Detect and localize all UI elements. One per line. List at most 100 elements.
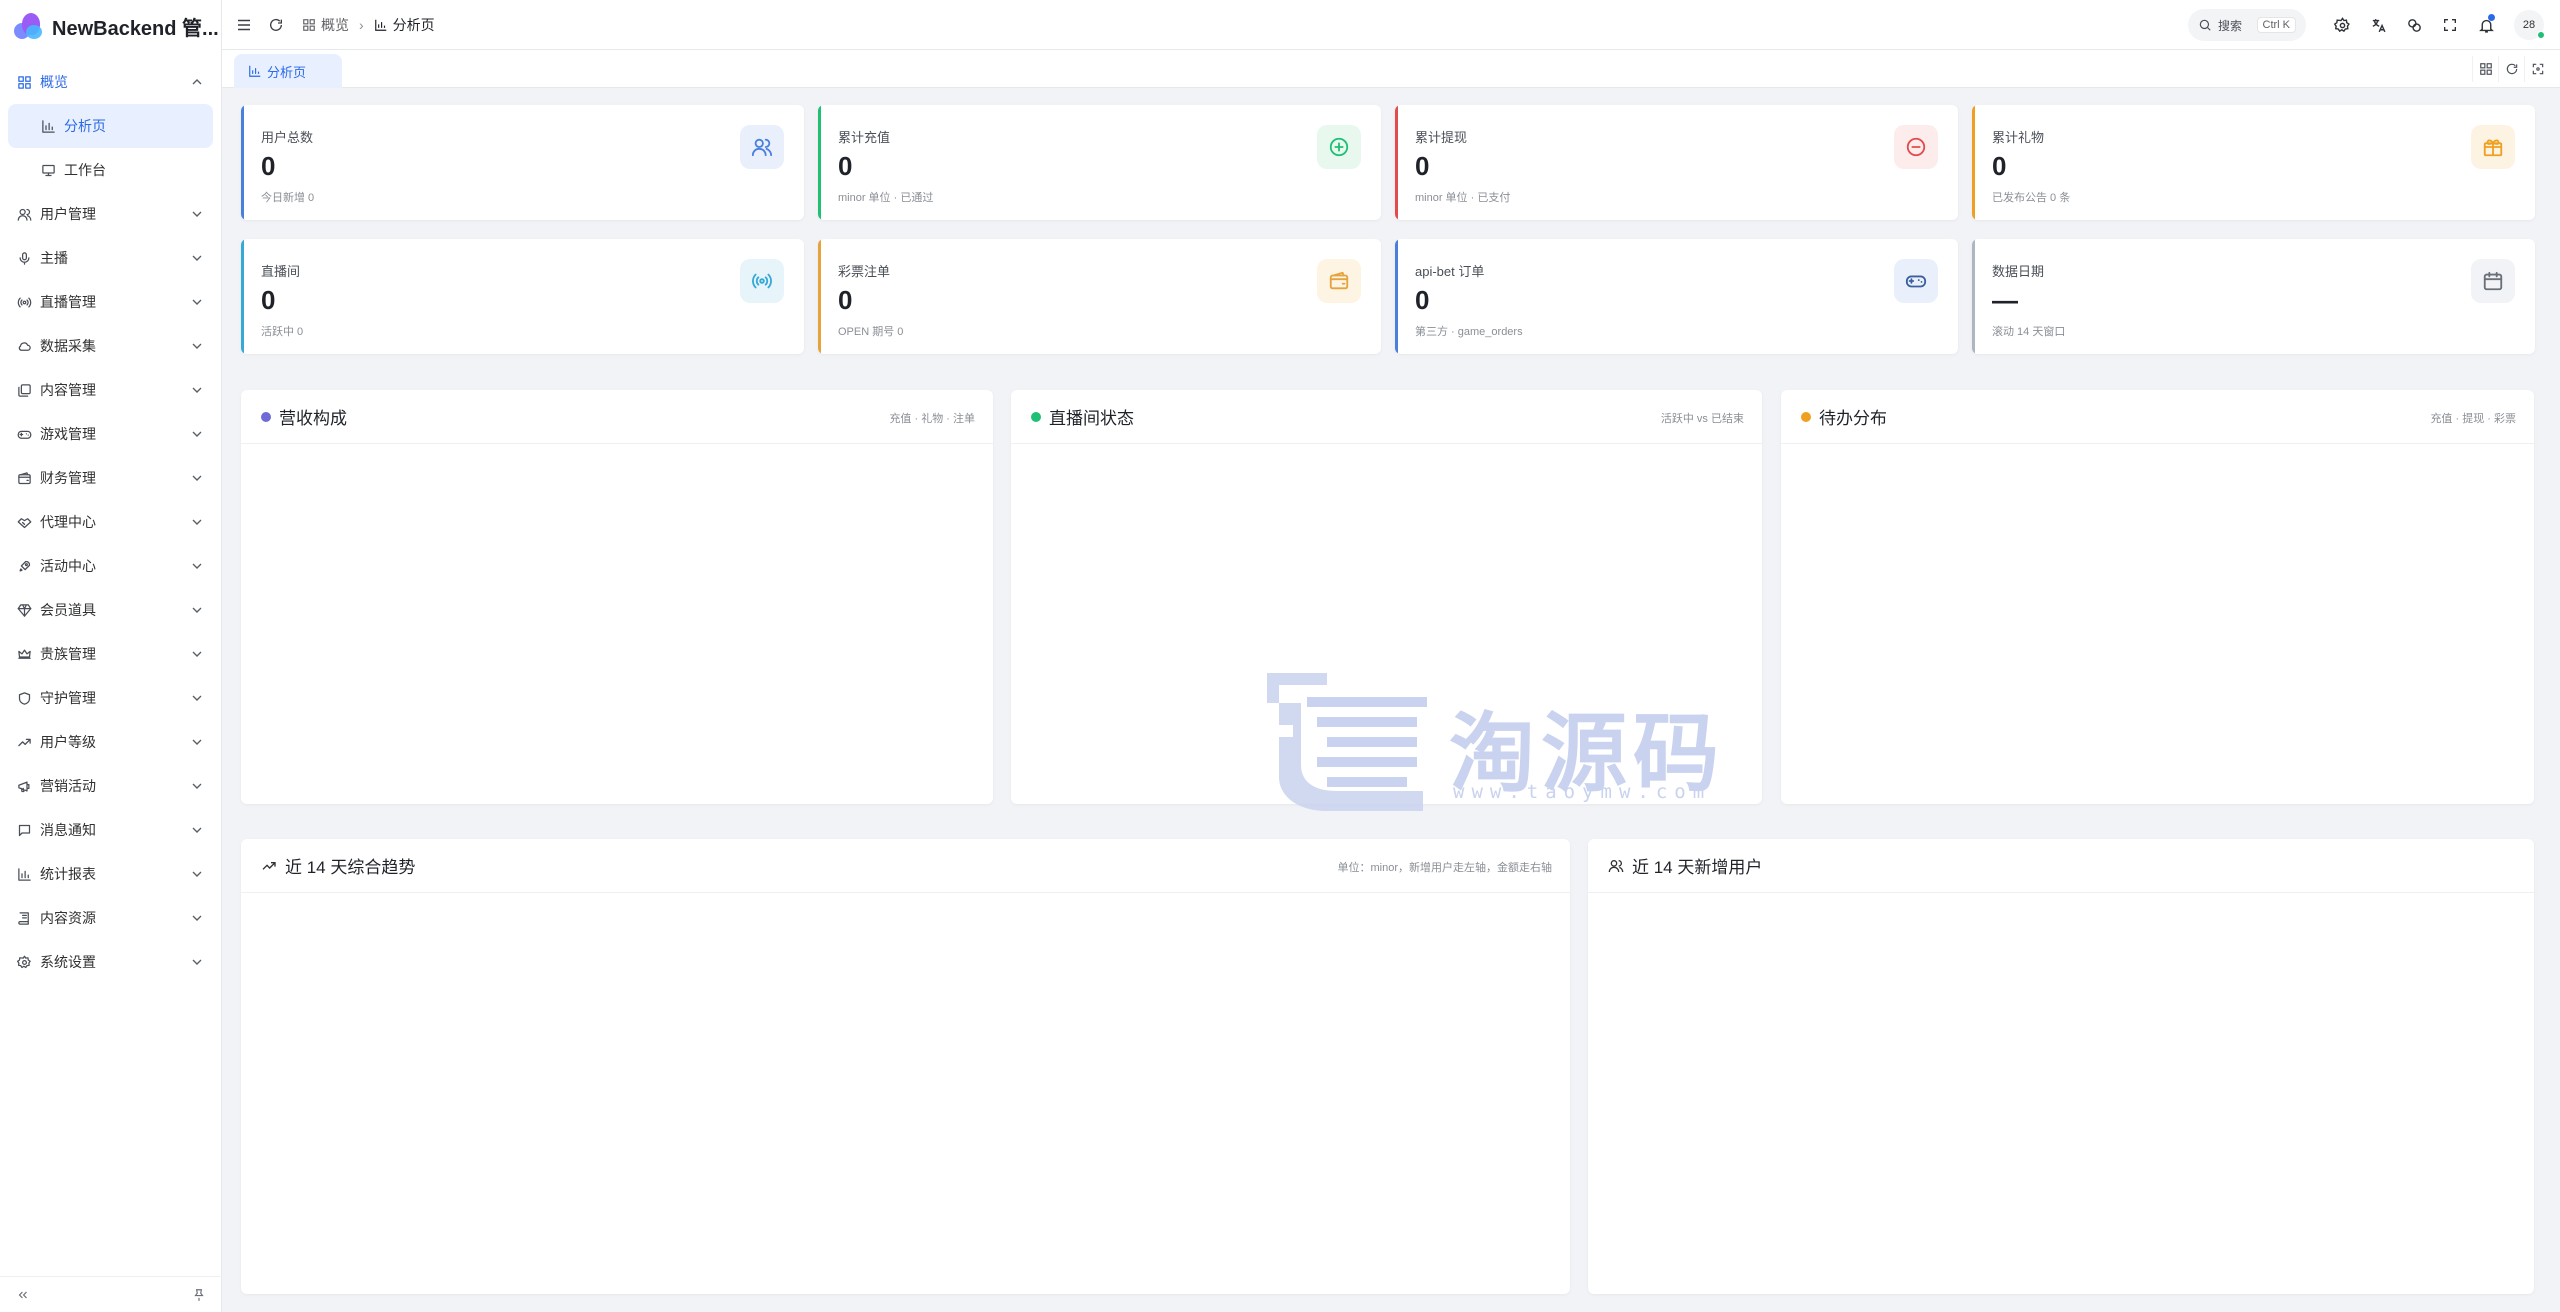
stat-subtext: 第三方 · game_orders	[1415, 326, 1523, 338]
refresh-icon	[270, 18, 282, 31]
chevron-down-icon	[192, 211, 202, 217]
panel-hint: 充值 · 提现 · 彩票	[2430, 413, 2516, 425]
panel-title: 近 14 天新增用户	[1632, 858, 1763, 877]
stat-accent-bar	[241, 105, 244, 220]
handshake-icon	[17, 517, 31, 528]
sidebar-item-15[interactable]: 消息通知	[0, 808, 221, 852]
sidebar-item-label: 用户等级	[40, 734, 96, 750]
sidebar-item-0[interactable]: 概览	[0, 60, 221, 104]
chevron-down-icon	[192, 871, 202, 877]
settings-button[interactable]	[2324, 9, 2360, 41]
sidebar-item-14[interactable]: 营销活动	[0, 764, 221, 808]
sidebar-item-12[interactable]: 守护管理	[0, 676, 221, 720]
panel-title: 直播间状态	[1049, 409, 1134, 428]
breadcrumb: 概览 › 分析页	[302, 15, 435, 35]
fullscreen-button[interactable]	[2432, 9, 2468, 41]
stat-accent-bar	[1395, 239, 1398, 354]
stat-accent-bar	[1395, 105, 1398, 220]
panel-header: 近 14 天新增用户	[1588, 839, 2534, 893]
chevron-down-icon	[192, 959, 202, 965]
panel-todo: 待办分布 充值 · 提现 · 彩票	[1781, 390, 2534, 804]
tab-refresh-button[interactable]	[2498, 56, 2524, 82]
stat-label: 用户总数	[261, 130, 314, 145]
refresh-button[interactable]	[260, 9, 292, 41]
pin-sidebar-button[interactable]	[188, 1284, 210, 1306]
sidebar-item-7[interactable]: 财务管理	[0, 456, 221, 500]
tab-menu-button[interactable]	[2472, 56, 2498, 82]
wallet-icon	[17, 471, 31, 484]
chevron-down-icon	[192, 343, 202, 349]
chevron-down-icon	[192, 783, 202, 789]
stat-value: 0	[261, 151, 276, 181]
stat-subtext: 活跃中 0	[261, 326, 304, 338]
fullscreen-icon	[2444, 19, 2456, 31]
breadcrumb-item-analysis[interactable]: 分析页	[374, 15, 435, 35]
hamburger-icon	[238, 19, 250, 30]
search-button[interactable]: 搜索 Ctrl K	[2188, 9, 2306, 41]
menu-toggle-button[interactable]	[228, 9, 260, 41]
stat-label: api-bet 订单	[1415, 264, 1485, 279]
collapse-sidebar-button[interactable]	[12, 1284, 34, 1306]
sidebar-item-label: 游戏管理	[40, 426, 96, 442]
tab-analysis[interactable]: 分析页	[234, 54, 342, 88]
book-icon	[17, 911, 29, 925]
tab-maximize-button[interactable]	[2524, 56, 2550, 82]
stat-icon-box	[2471, 125, 2515, 169]
stat-accent-bar	[1972, 105, 1975, 220]
sidebar-item-4[interactable]: 数据采集	[0, 324, 221, 368]
sidebar-item-18[interactable]: 系统设置	[0, 940, 221, 984]
app-logo	[14, 13, 42, 39]
palette-icon	[2407, 18, 2421, 32]
sidebar-subitem-1[interactable]: 工作台	[0, 148, 221, 192]
sidebar-subitem-label: 工作台	[64, 162, 106, 178]
stat-card: api-bet 订单 0 第三方 · game_orders	[1395, 239, 1958, 354]
language-button[interactable]	[2360, 9, 2396, 41]
chevron-down-icon	[192, 255, 202, 261]
stat-card: 数据日期 — 滚动 14 天窗口	[1972, 239, 2535, 354]
sidebar-item-label: 用户管理	[40, 206, 96, 222]
sidebar-item-11[interactable]: 贵族管理	[0, 632, 221, 676]
sidebar-item-17[interactable]: 内容资源	[0, 896, 221, 940]
grid-icon	[2479, 63, 2492, 75]
sidebar-item-10[interactable]: 会员道具	[0, 588, 221, 632]
stat-icon-box	[1317, 125, 1361, 169]
gear-icon	[2333, 16, 2350, 32]
theme-button[interactable]	[2396, 9, 2432, 41]
sidebar-item-8[interactable]: 代理中心	[0, 500, 221, 544]
notifications-button[interactable]	[2468, 9, 2504, 41]
sidebar-item-1[interactable]: 用户管理	[0, 192, 221, 236]
sidebar-item-3[interactable]: 直播管理	[0, 280, 221, 324]
sidebar-item-6[interactable]: 游戏管理	[0, 412, 221, 456]
stat-accent-bar	[818, 239, 821, 354]
breadcrumb-item-overview[interactable]: 概览	[302, 15, 349, 35]
sidebar-item-9[interactable]: 活动中心	[0, 544, 221, 588]
users-icon	[1608, 859, 1624, 872]
avatar[interactable]: 28	[2514, 10, 2545, 40]
double-chevron-left-icon	[18, 1291, 27, 1298]
gear-icon	[16, 955, 31, 968]
sidebar-submenu: 分析页工作台	[0, 104, 221, 192]
panel-header: 待办分布 充值 · 提现 · 彩票	[1781, 390, 2534, 444]
sidebar-item-13[interactable]: 用户等级	[0, 720, 221, 764]
sidebar-item-label: 概览	[40, 74, 68, 90]
chevron-up-icon	[192, 79, 202, 85]
panel-title: 营收构成	[279, 409, 347, 428]
panel-header: 直播间状态 活跃中 vs 已结束	[1011, 390, 1762, 444]
panel-hint: 单位：minor，新增用户走左轴，金额走右轴	[1337, 862, 1552, 874]
stat-card: 用户总数 0 今日新增 0	[241, 105, 804, 220]
minus-circle-icon	[1906, 137, 1926, 157]
panel-new-users: 近 14 天新增用户	[1588, 839, 2534, 1294]
header-toolbar: 搜索 Ctrl K 28	[2188, 9, 2545, 41]
layers-icon	[17, 383, 31, 397]
chevron-down-icon	[192, 387, 202, 393]
sidebar-subitem-0[interactable]: 分析页	[8, 104, 213, 148]
panel-revenue: 营收构成 充值 · 礼物 · 注单	[241, 390, 993, 804]
sidebar-item-5[interactable]: 内容管理	[0, 368, 221, 412]
stat-card: 累计提现 0 minor 单位 · 已支付	[1395, 105, 1958, 220]
brand[interactable]: NewBackend 管...	[0, 0, 221, 52]
chevron-down-icon	[192, 563, 202, 569]
series-dot	[1801, 411, 1811, 422]
sidebar-item-2[interactable]: 主播	[0, 236, 221, 280]
online-status-dot	[2537, 31, 2545, 39]
sidebar-item-16[interactable]: 统计报表	[0, 852, 221, 896]
